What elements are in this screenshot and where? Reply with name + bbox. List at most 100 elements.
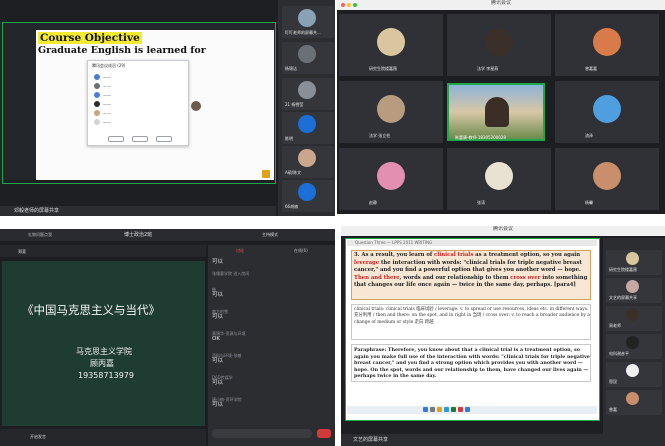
question-paragraph: 3. As a result, you learn of clinical tr…: [351, 250, 591, 300]
start-icon[interactable]: [423, 407, 428, 412]
participant-name: 研究生院楼嘉薇: [369, 66, 397, 71]
chat-message: 黄锦华-资源与环境 OK: [212, 331, 245, 343]
board-line: 马克思主义学院: [76, 347, 132, 356]
message-author: 张儒客学院 进入房间: [212, 271, 250, 276]
participant-tile[interactable]: 文艺的屏幕共享: [606, 278, 662, 303]
dialog-button[interactable]: [108, 136, 124, 142]
participant-tile[interactable]: 恩昆: [606, 362, 662, 387]
highlight-term: clinical trials: [434, 252, 474, 258]
doc-banner: Question Three — LPPS 2011 WRITING: [347, 240, 597, 246]
search-icon[interactable]: [430, 407, 435, 412]
avatar: [626, 392, 639, 405]
speaker: [485, 97, 509, 127]
board-title: 《中国马克思主义与当代》: [22, 303, 160, 317]
classroom-panel: 礼物问题点我 博士政治2班 主持模式 郑斐 《中国马克思主义与当代》 马克思主义…: [0, 229, 335, 446]
participant-tile[interactable]: 叮叮老师的屏幕共...: [282, 6, 334, 38]
list-item[interactable]: ——: [94, 91, 111, 99]
host-bar: 郑斐: [0, 245, 206, 257]
word-icon[interactable]: [465, 407, 470, 412]
avatar: [626, 308, 639, 321]
participant-name: 法学 张立柱: [369, 133, 391, 138]
participant-tile[interactable]: 杨锦洁: [282, 42, 334, 74]
avatar: [298, 9, 316, 27]
window-title: 腾讯会议: [341, 226, 665, 236]
text-run: the interaction with words: "clinical tr…: [354, 259, 582, 274]
avatar: [593, 28, 621, 56]
maximize-icon[interactable]: [353, 3, 357, 7]
video-cell[interactable]: 曾嘉嘉: [555, 14, 659, 76]
participant-name: 21 杨雪莹: [285, 102, 304, 107]
participant-tile[interactable]: A硕/陈文: [282, 146, 334, 178]
text-run: , words and our relationship to them: [399, 274, 511, 281]
share-owner-label: 邓毅老师的屏幕共享: [14, 208, 60, 214]
participant-tile[interactable]: 电科谢彦平: [606, 334, 662, 359]
send-button[interactable]: [317, 429, 331, 438]
video-cell[interactable]: 法学 张立柱: [339, 81, 443, 143]
participant-name: 曾嘉: [609, 407, 617, 412]
video-cell[interactable]: 法学 李星燕: [447, 14, 551, 76]
participant-tile[interactable]: 陈明: [282, 112, 334, 144]
avatar: [191, 101, 201, 111]
app-icon[interactable]: [451, 407, 456, 412]
window-title: 腾讯会议: [337, 0, 665, 10]
taskbar: [347, 406, 597, 414]
app-icon: [262, 170, 270, 178]
minimize-icon[interactable]: [347, 3, 351, 7]
participant-name: 恩昆: [609, 379, 617, 384]
avatar: [377, 28, 405, 56]
app-icon[interactable]: [458, 407, 463, 412]
participant-tile[interactable]: 66胡楠: [282, 180, 334, 212]
participant-name: 陈明: [285, 136, 293, 141]
document-share-panel: 腾讯会议 Question Three — LPPS 2011 WRITING …: [341, 226, 665, 446]
participant-name: 杨馨: [585, 200, 593, 205]
mode-button[interactable]: 主持模式: [262, 232, 278, 237]
folder-icon[interactable]: [437, 407, 442, 412]
participant-name: A硕/陈文: [285, 170, 302, 175]
participant-tile[interactable]: 周老师: [606, 306, 662, 331]
video-cell[interactable]: 张涛: [447, 148, 551, 210]
tab-chat[interactable]: 讨论: [236, 248, 244, 253]
header-link[interactable]: 礼物问题点我: [28, 232, 52, 237]
participant-tile[interactable]: 研究生院楼嘉薇: [606, 250, 662, 275]
participant-name: 曾嘉嘉: [585, 66, 597, 71]
list-item[interactable]: ——: [94, 118, 111, 126]
avatar: [626, 364, 639, 377]
list-item[interactable]: ——: [94, 73, 111, 81]
dialog-button[interactable]: [132, 136, 148, 142]
control-bar: 开启发言: [0, 429, 206, 446]
participant-tile[interactable]: 曾嘉: [606, 390, 662, 415]
avatar: [593, 95, 621, 123]
message-text: 可以: [212, 259, 224, 265]
participant-name: 电科谢彦平: [609, 351, 629, 356]
message-text: OK: [212, 336, 220, 342]
participant-name: 研究生院楼嘉薇: [609, 267, 637, 272]
avatar: [298, 81, 316, 99]
list-item[interactable]: ——: [94, 109, 111, 117]
message-text: 可以: [212, 358, 224, 364]
member-list-dialog[interactable]: 腾讯会议成员 (29) —— —— —— —— —— ——: [87, 60, 189, 146]
avatar: [298, 183, 316, 201]
video-cell[interactable]: 流泽: [555, 81, 659, 143]
active-speaker-video[interactable]: 陈富康-教师-18305200028: [447, 83, 545, 141]
tab-members[interactable]: 在线(6): [294, 248, 308, 253]
close-icon[interactable]: [341, 3, 345, 7]
video-cell[interactable]: 赵静: [339, 148, 443, 210]
video-cell[interactable]: 研究生院楼嘉薇: [339, 14, 443, 76]
video-cell[interactable]: 杨馨: [555, 148, 659, 210]
dialog-button[interactable]: [156, 136, 172, 142]
list-item[interactable]: ——: [94, 82, 111, 90]
avatar: [298, 149, 316, 167]
dialog-title: 腾讯会议成员 (29): [92, 63, 126, 68]
chat-message: 韩可以: [212, 287, 223, 299]
paraphrase-box: Paraphrase: Therefore, you know about th…: [351, 344, 591, 382]
participant-tile[interactable]: 21 杨雪莹: [282, 78, 334, 110]
participant-name: 66胡楠: [285, 204, 299, 209]
chat-input[interactable]: [212, 429, 312, 438]
avatar: [626, 252, 639, 265]
participant-name: 流泽: [585, 133, 593, 138]
browser-icon[interactable]: [444, 407, 449, 412]
mic-button[interactable]: 开启发言: [30, 434, 46, 439]
list-item[interactable]: ——: [94, 100, 111, 108]
class-title: 博士政治2班: [124, 232, 153, 238]
participant-name: 文艺的屏幕共享: [609, 295, 637, 300]
